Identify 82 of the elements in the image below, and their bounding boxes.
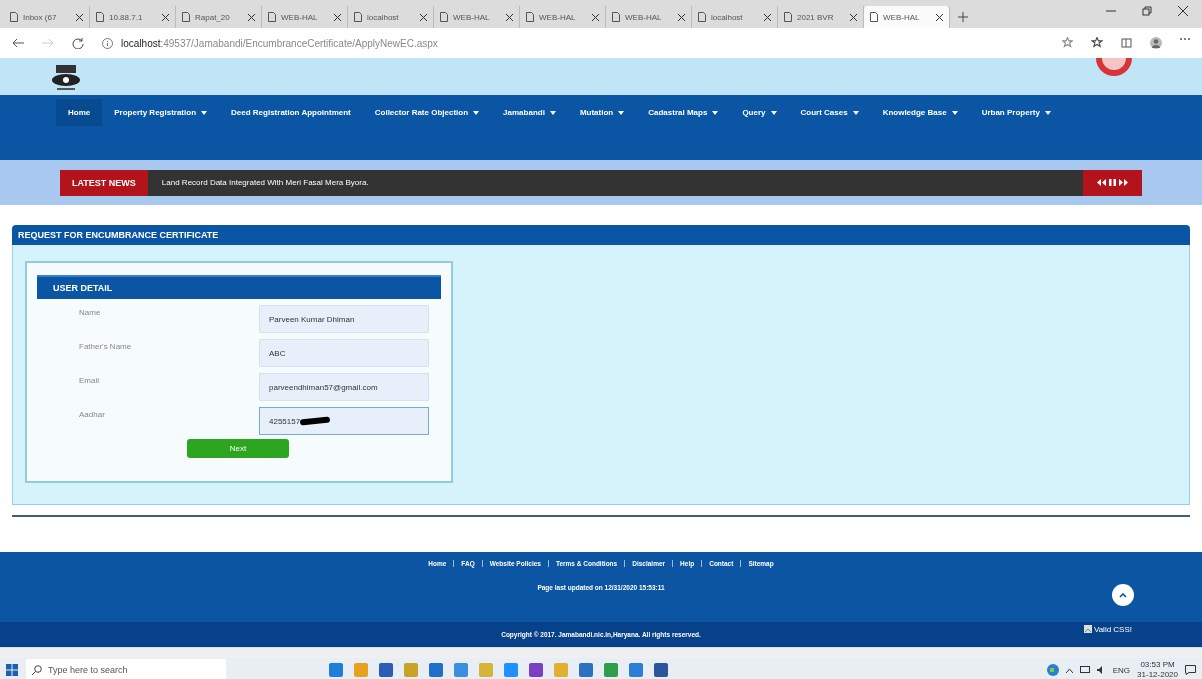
caret-icon [712,110,719,115]
star-icon[interactable] [1062,37,1073,48]
back-icon[interactable] [12,38,24,48]
emblem-icon [1096,58,1132,76]
nav-item[interactable]: Collector Rate Objection [362,99,492,126]
close-icon[interactable] [162,13,169,21]
chevron-up-icon [1119,592,1127,598]
more-icon[interactable] [1180,37,1190,41]
nav-item[interactable]: Court Cases [788,99,871,126]
nav-item[interactable]: Mutation [567,99,637,126]
fast-forward-icon[interactable] [1119,179,1128,186]
chevron-up-icon[interactable] [1065,667,1073,673]
caret-icon [201,110,208,115]
field-label: Name [79,307,102,319]
news-label: LATEST NEWS [60,169,148,196]
page-icon [10,12,18,22]
page-icon [96,12,104,22]
page-icon [440,12,448,22]
field-label: Father's Name [79,341,133,353]
nav-item[interactable]: Home [56,99,103,126]
plus-icon[interactable] [958,12,968,22]
caret-icon [618,110,625,115]
pause-icon[interactable] [1109,179,1116,186]
nav-item[interactable]: Property Registration [102,99,220,126]
close-icon[interactable] [936,13,943,21]
badge-alt-text[interactable]: Valid CSS! [1093,625,1132,634]
input-field[interactable]: Parveen Kumar Dhiman [259,305,429,333]
page-icon [526,12,534,22]
input-field[interactable]: parveendhiman57@gmail.com [259,373,429,401]
taskbar-search-field[interactable]: Type here to search [26,659,226,679]
caret-icon [770,110,777,115]
page-icon [268,12,276,22]
page-icon [784,12,792,22]
close-icon[interactable] [420,13,427,21]
field-label: Aadhar [79,409,106,421]
clock[interactable]: 03:53 PM 31-12-2020 [1137,660,1178,679]
browser-tab[interactable]: WEB-HAL [864,6,950,28]
input-field[interactable]: 4255157 [259,407,429,435]
page-icon [182,12,190,22]
input-field[interactable]: ABC [259,339,429,367]
caret-icon [852,110,859,115]
caret-icon [549,110,556,115]
close-icon[interactable] [1178,6,1188,16]
nav-item[interactable]: Urban Property [969,99,1063,126]
nav-item[interactable]: Jamabandi [491,99,568,126]
page-icon [698,12,706,22]
nav-item[interactable]: Query [730,99,789,126]
scroll-top-button[interactable] [1112,584,1134,606]
nav-item[interactable]: Deed Registration Appointment [219,99,363,126]
close-icon[interactable] [76,13,83,21]
language-indicator[interactable]: ENG [1112,665,1131,675]
nav-item[interactable]: Knowledge Base [870,99,970,126]
caret-icon [1044,110,1051,115]
close-icon[interactable] [334,13,341,21]
address-bar[interactable]: localhost:49537/Jamabandi/EncumbranceCertificate/ApplyNewEC.aspx [102,37,438,49]
favorites-icon[interactable] [1091,37,1103,48]
broken-image-icon [1083,625,1092,633]
close-icon[interactable] [248,13,255,21]
close-icon[interactable] [764,13,771,21]
field-label: Email [79,375,100,387]
info-icon [102,37,113,49]
restore-icon[interactable] [1142,6,1152,16]
windows-icon[interactable] [6,664,18,676]
close-icon[interactable] [678,13,685,21]
caret-icon [473,110,480,115]
news-text: Land Record Data Integrated With Meri Fasal Mera Byora. [160,178,370,187]
horizontal-scrollbar[interactable] [0,647,1202,658]
notification-icon[interactable] [1185,665,1196,675]
section-title: REQUEST FOR ENCUMBRANCE CERTIFICATE [12,225,1190,245]
nav-item[interactable]: Cadastral Maps [636,99,731,126]
close-icon[interactable] [592,13,599,21]
rewind-icon[interactable] [1097,179,1106,186]
profile-icon[interactable] [1150,37,1162,49]
close-icon[interactable] [850,13,857,21]
search-icon [32,665,42,675]
caret-icon [951,110,958,115]
card-title: USER DETAIL [37,275,441,299]
close-icon[interactable] [506,13,513,21]
page-icon [354,12,362,22]
page-icon [612,12,620,22]
page-icon [870,12,878,22]
refresh-icon[interactable] [72,37,84,49]
